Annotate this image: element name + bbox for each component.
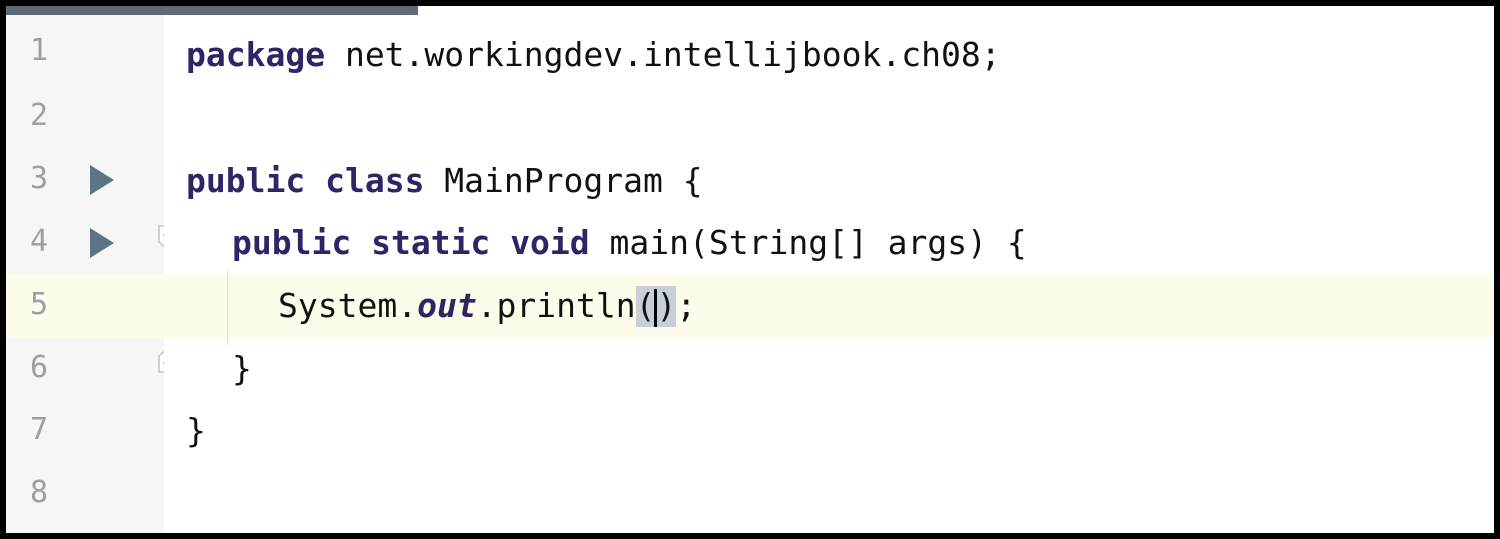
code-editor-window: 1 2 3 4 5 6 7 8 package net.workingdev.i… [0,0,1500,539]
keyword-public: public [186,161,306,200]
run-triangle-icon[interactable] [90,228,114,258]
closing-brace: } [232,349,252,388]
line-number-1[interactable]: 1 [30,36,48,66]
keyword-package: package [186,35,326,74]
line-number-7[interactable]: 7 [30,415,48,445]
class-declaration: MainProgram { [424,161,703,200]
line-number-2[interactable]: 2 [30,101,48,131]
editor-gutter[interactable]: 1 2 3 4 5 6 7 8 [6,15,165,533]
system-class: System. [278,286,418,325]
close-paren: ) [656,286,677,325]
keyword-static: static [371,223,491,262]
line-number-6[interactable]: 6 [30,353,48,383]
semicolon: ; [676,286,697,325]
code-area[interactable]: package net.workingdev.intellijbook.ch08… [164,15,1494,533]
keyword-void: void [510,223,590,262]
keyword-public: public [232,223,352,262]
code-line-1[interactable]: package net.workingdev.intellijbook.ch08… [186,35,1001,75]
line-number-4[interactable]: 4 [30,227,48,257]
package-name: net.workingdev.intellijbook.ch08; [325,35,1001,74]
closing-brace: } [186,411,206,450]
matched-parentheses: () [635,286,677,327]
code-line-4[interactable]: public static void main(String[] args) { [232,223,1027,263]
code-line-6[interactable]: } [232,349,252,389]
run-triangle-icon[interactable] [90,165,114,195]
tab-scroll-indicator [6,6,418,15]
indent-guide [227,270,228,345]
println-call: .println [476,286,636,325]
code-line-5[interactable]: System.out.println(); [278,286,696,327]
keyword-class: class [325,161,425,200]
code-line-7[interactable]: } [186,411,206,451]
line-number-5[interactable]: 5 [30,290,48,320]
line-number-8[interactable]: 8 [30,478,48,508]
line-number-3[interactable]: 3 [30,164,48,194]
static-field-out: out [417,286,477,325]
code-line-3[interactable]: public class MainProgram { [186,161,703,201]
method-signature: main(String[] args) { [589,223,1027,262]
